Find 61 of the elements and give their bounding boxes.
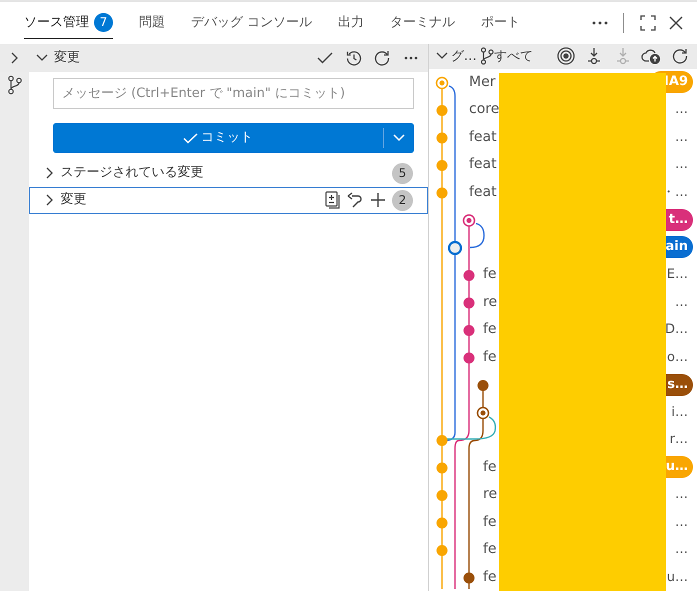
commit-message: re: [483, 485, 498, 504]
commit-message-end: i…: [671, 404, 688, 422]
panel-tab[interactable]: ポート: [481, 12, 520, 40]
commit-message: fe: [483, 540, 497, 560]
commit-message-end: D…: [664, 321, 688, 339]
commit-message: Mer: [469, 72, 496, 92]
commit-message: feat: [469, 128, 497, 147]
commit-message-end: o…: [667, 348, 688, 366]
count-badge: 5: [392, 162, 413, 184]
commit-message-end: r…: [670, 431, 688, 449]
panel-tab[interactable]: 問題: [139, 12, 165, 40]
commit-message-end: …: [675, 101, 688, 119]
commit-message-end: …: [675, 541, 688, 559]
commit-message-end: …: [675, 156, 688, 174]
section-title: グ…: [450, 48, 477, 66]
count-badge: 7: [94, 12, 113, 32]
source-control-icon[interactable]: [6, 75, 22, 96]
chevron-right-icon[interactable]: [10, 52, 18, 64]
commit-message: fe: [483, 265, 497, 284]
commit-message-end: u…: [666, 568, 688, 586]
chevron-right-icon: [46, 194, 54, 206]
commit-message: fe: [483, 458, 497, 477]
commit-message-end: E…: [666, 266, 688, 284]
chevron-down-icon[interactable]: [36, 54, 48, 62]
change-group-row[interactable]: 変更 2: [29, 186, 428, 214]
group-label: 変更: [60, 191, 86, 210]
commit-message-end: ・…: [662, 184, 688, 202]
commit-message-end: …: [675, 128, 688, 146]
commit-message: re: [483, 292, 498, 312]
commit-message-end: …: [675, 514, 688, 532]
commit-message-end: …: [675, 294, 688, 312]
commit-message: fe: [483, 348, 497, 367]
chevron-down-icon[interactable]: [436, 52, 448, 60]
section-title: 変更: [54, 49, 80, 68]
commit-message: fe: [483, 568, 497, 587]
commit-button[interactable]: コミット: [53, 123, 414, 153]
panel-tab[interactable]: 出力: [338, 12, 364, 40]
commit-action[interactable]: コミット: [53, 127, 383, 149]
count-badge: 2: [392, 190, 413, 210]
target-icon[interactable]: [554, 45, 576, 68]
panel-tab[interactable]: デバッグ コンソール: [191, 12, 312, 40]
open-file-icon[interactable]: [324, 191, 340, 209]
group-label: ステージされている変更: [60, 164, 204, 182]
check-icon: [182, 132, 198, 144]
chevron-down-icon: [393, 134, 405, 142]
chevron-right-icon: [46, 167, 54, 179]
commit-message: core: [469, 100, 500, 120]
commit-label: コミット: [201, 129, 254, 148]
commit-message: feat: [469, 182, 497, 202]
commit-message-end: …: [675, 486, 688, 504]
commit-message-field[interactable]: メッセージ (Ctrl+Enter で "main" にコミット): [53, 78, 414, 109]
commit-message: fe: [483, 512, 497, 532]
panel-tab[interactable]: ソース管理 7: [24, 12, 113, 40]
commit-message: fe: [483, 320, 497, 340]
branch-filter-button[interactable]: すべて: [480, 45, 533, 68]
commit-message: feat: [469, 155, 497, 174]
change-group-row[interactable]: ステージされている変更 5: [29, 160, 428, 186]
branch-icon: [480, 47, 494, 66]
discard-icon[interactable]: [347, 192, 363, 208]
plus-icon[interactable]: [370, 192, 386, 208]
panel-tab[interactable]: ターミナル: [390, 12, 456, 40]
